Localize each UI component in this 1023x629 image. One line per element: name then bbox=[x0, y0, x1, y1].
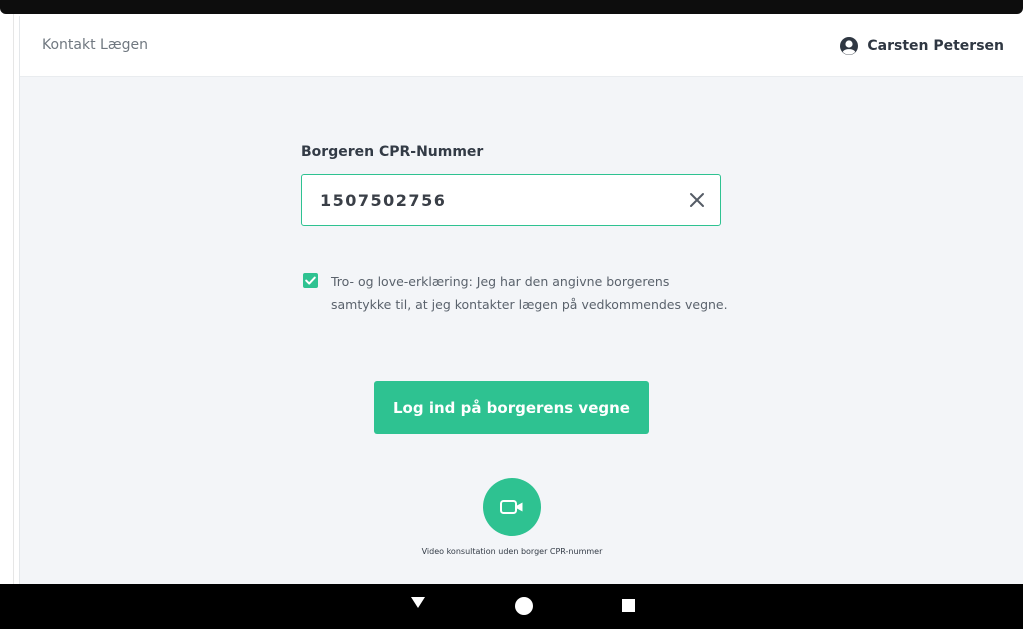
login-on-behalf-button[interactable]: Log ind på borgerens vegne bbox=[374, 381, 649, 434]
app-title: Kontakt Lægen bbox=[42, 37, 148, 53]
user-circle-icon bbox=[840, 37, 859, 55]
recents-square-icon[interactable] bbox=[622, 599, 635, 612]
app-window: Kontakt Lægen Carsten Petersen Borgeren … bbox=[19, 16, 1023, 584]
left-panel-divider bbox=[13, 14, 14, 584]
app-header: Kontakt Lægen Carsten Petersen bbox=[20, 16, 1023, 77]
home-circle-icon[interactable] bbox=[515, 597, 533, 615]
cpr-form: Borgeren CPR-Nummer Tro- og love-erklæri… bbox=[301, 144, 728, 312]
consent-text: Tro- og love-erklæring: Jeg har den angi… bbox=[331, 274, 728, 312]
video-camera-icon bbox=[500, 500, 523, 514]
cpr-label: Borgeren CPR-Nummer bbox=[301, 144, 484, 160]
user-menu[interactable]: Carsten Petersen bbox=[839, 36, 1004, 56]
user-name: Carsten Petersen bbox=[867, 38, 1004, 54]
video-consultation-label: Video konsultation uden borger CPR-numme… bbox=[421, 547, 603, 556]
left-panel-edge bbox=[0, 14, 14, 584]
close-icon[interactable] bbox=[686, 189, 708, 211]
device-top-bar bbox=[0, 0, 1023, 14]
checkmark-icon bbox=[305, 276, 316, 285]
video-consultation-button[interactable] bbox=[483, 478, 541, 536]
cpr-input[interactable] bbox=[320, 175, 680, 225]
cpr-input-wrapper bbox=[301, 174, 721, 226]
system-navigation-bar bbox=[0, 584, 1023, 629]
consent-checkbox[interactable] bbox=[303, 273, 318, 288]
back-triangle-icon[interactable] bbox=[411, 597, 425, 608]
